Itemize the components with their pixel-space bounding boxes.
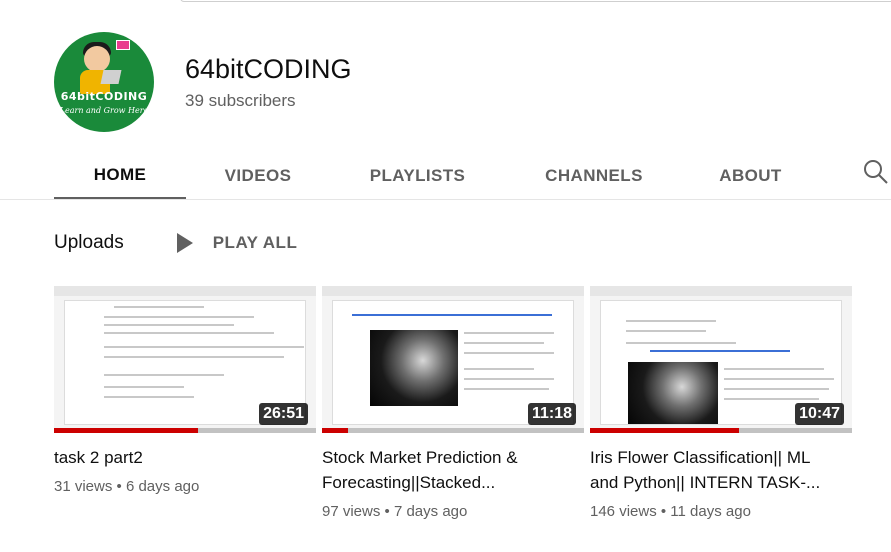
thumb-line: [626, 320, 716, 322]
view-count: 31 views: [54, 478, 113, 495]
video-title[interactable]: task 2 part2: [54, 445, 294, 470]
video-card[interactable]: 26:51 task 2 part2 31 views • 6 days ago: [54, 286, 316, 495]
thumb-line: [104, 356, 284, 358]
play-icon: [176, 233, 193, 253]
avatar-person: [84, 46, 110, 72]
thumb-line: [724, 398, 819, 400]
avatar-screen: [116, 40, 130, 50]
avatar-tagline: Learn and Grow Here: [59, 106, 149, 115]
duration-badge: 11:18: [527, 403, 576, 425]
thumb-line: [104, 396, 194, 398]
thumb-line: [464, 352, 554, 354]
channel-info: 64bitCODING 39 subscribers: [185, 53, 352, 111]
thumb-toolbar: [54, 286, 316, 296]
thumb-line: [724, 378, 834, 380]
channel-header: 64bitCODING Learn and Grow Here 64bitCOD…: [54, 32, 352, 132]
thumb-line: [104, 374, 224, 376]
video-title[interactable]: Stock Market Prediction & Forecasting||S…: [322, 445, 562, 495]
thumb-highlight: [650, 350, 790, 352]
tabs-divider: [0, 199, 891, 200]
tab-playlists[interactable]: PLAYLISTS: [330, 152, 505, 200]
watch-progress: [590, 428, 740, 433]
thumb-robot-image: [370, 330, 458, 406]
video-thumbnail[interactable]: 10:47: [590, 286, 852, 433]
video-meta: 31 views • 6 days ago: [54, 478, 316, 495]
video-card[interactable]: 11:18 Stock Market Prediction & Forecast…: [322, 286, 584, 520]
thumb-line: [626, 342, 736, 344]
upload-age: 11 days ago: [670, 503, 751, 520]
channel-tabs: HOME VIDEOS PLAYLISTS CHANNELS ABOUT: [54, 152, 818, 200]
tab-videos[interactable]: VIDEOS: [186, 152, 330, 200]
avatar-laptop: [100, 70, 122, 84]
duration-badge: 26:51: [259, 403, 308, 425]
video-meta: 146 views • 11 days ago: [590, 503, 852, 520]
avatar-logo-text: 64bitCODING: [60, 90, 148, 103]
video-title[interactable]: Iris Flower Classification|| ML and Pyth…: [590, 445, 830, 495]
thumb-line: [104, 324, 234, 326]
watch-progress: [54, 428, 199, 433]
thumb-line: [464, 368, 534, 370]
thumb-line: [464, 388, 549, 390]
thumb-line: [104, 332, 274, 334]
progress-track: [322, 428, 584, 433]
upload-age: 7 days ago: [393, 503, 468, 520]
top-search-bar-edge: [180, 0, 891, 2]
tab-channels[interactable]: CHANNELS: [505, 152, 683, 200]
upload-age: 6 days ago: [125, 478, 200, 495]
thumb-line: [724, 388, 829, 390]
thumb-line: [114, 306, 204, 308]
thumb-line: [724, 368, 824, 370]
channel-name: 64bitCODING: [185, 54, 352, 84]
view-count: 97 views: [322, 503, 381, 520]
thumb-line: [626, 330, 706, 332]
video-card[interactable]: 10:47 Iris Flower Classification|| ML an…: [590, 286, 852, 520]
video-thumbnail[interactable]: 11:18: [322, 286, 584, 433]
thumb-highlight: [352, 314, 552, 316]
section-title[interactable]: Uploads: [54, 232, 124, 254]
video-thumbnail[interactable]: 26:51: [54, 286, 316, 433]
subscriber-count: 39 subscribers: [185, 91, 296, 110]
meta-dot: •: [116, 478, 126, 495]
meta-dot: •: [660, 503, 671, 520]
play-all-button[interactable]: PLAY ALL: [176, 233, 298, 253]
search-icon[interactable]: [860, 156, 891, 188]
meta-dot: •: [384, 503, 394, 520]
thumb-line: [104, 316, 254, 318]
thumb-line: [104, 386, 184, 388]
video-meta: 97 views • 7 days ago: [322, 503, 584, 520]
thumb-line: [464, 332, 554, 334]
thumb-line: [104, 346, 304, 348]
duration-badge: 10:47: [795, 403, 844, 425]
thumb-robot-image: [628, 362, 718, 424]
thumb-toolbar: [590, 286, 852, 296]
play-all-label: PLAY ALL: [212, 233, 298, 252]
thumb-line: [464, 378, 554, 380]
tab-home[interactable]: HOME: [54, 152, 186, 200]
thumb-toolbar: [322, 286, 584, 296]
view-count: 146 views: [590, 503, 657, 520]
thumb-line: [464, 342, 544, 344]
tab-about[interactable]: ABOUT: [683, 152, 818, 200]
watch-progress: [322, 428, 349, 433]
uploads-header: Uploads PLAY ALL: [54, 228, 297, 258]
channel-avatar[interactable]: 64bitCODING Learn and Grow Here: [54, 32, 154, 132]
